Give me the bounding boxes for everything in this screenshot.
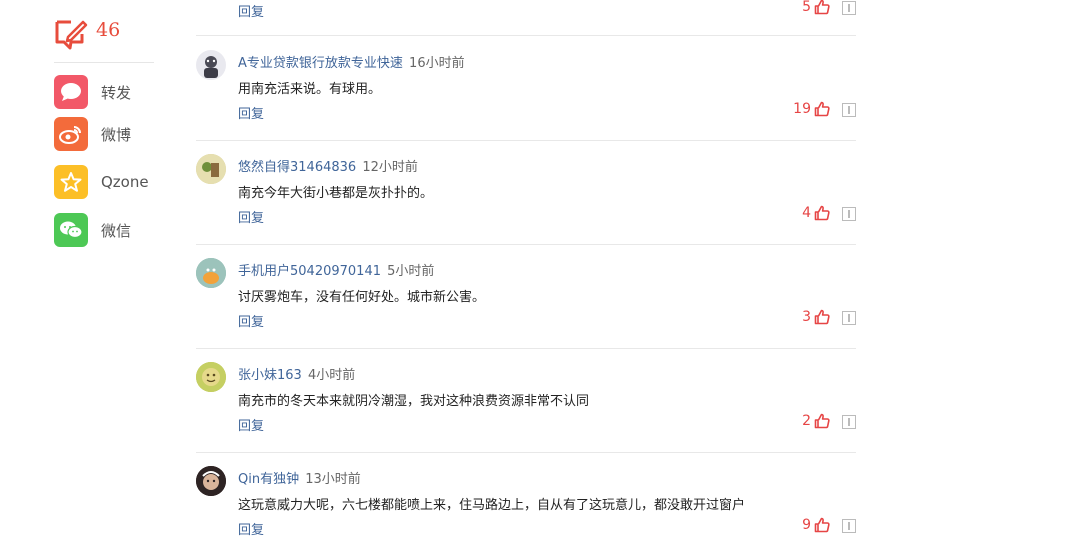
comment-item: Qin有独钟 13小时前 这玩意威力大呢，六七楼都能喷上来，住马路边上，自从有了… (196, 452, 856, 556)
comment-header: Qin有独钟 13小时前 (238, 468, 361, 487)
thumbs-up-icon (814, 205, 830, 221)
share-qzone-label: Qzone (101, 173, 149, 191)
thumbs-up-icon (814, 0, 830, 15)
comment-header: 手机用户50420970141 5小时前 (238, 260, 434, 279)
avatar[interactable] (196, 258, 226, 288)
comment-item: 张小妹163 4小时前 南充市的冬天本来就阴冷潮湿，我对这种浪费资源非常不认同 … (196, 348, 856, 453)
comment-text: 南充市的冬天本来就阴冷潮湿，我对这种浪费资源非常不认同 (238, 394, 590, 409)
avatar[interactable] (196, 466, 226, 496)
report-icon[interactable] (842, 311, 856, 325)
like-button[interactable]: 2 (802, 413, 830, 429)
comment-edit-icon (55, 20, 88, 50)
sidebar-divider (54, 62, 154, 63)
comment-username[interactable]: Qin有独钟 (238, 472, 299, 487)
comment-text: 讨厌雾炮车，没有任何好处。城市新公害。 (238, 290, 486, 305)
comment-username[interactable]: 张小妹163 (238, 368, 302, 383)
comment-time: 5小时前 (387, 264, 435, 279)
like-button[interactable]: 4 (802, 205, 830, 221)
share-weibo-label: 微博 (101, 125, 132, 144)
reply-link[interactable]: 回复 (238, 103, 264, 122)
share-wechat-label: 微信 (101, 221, 132, 240)
like-button[interactable]: 19 (793, 101, 830, 117)
comment-text: 用南充活来说。有球用。 (238, 82, 382, 97)
report-icon[interactable] (842, 1, 856, 15)
thumbs-up-icon (814, 413, 830, 429)
comment-header: A专业贷款银行放款专业快速 16小时前 (238, 52, 465, 71)
reply-link[interactable]: 回复 (238, 519, 264, 538)
wechat-icon (54, 213, 88, 247)
comment-item: 悠然自得31464836 12小时前 南充今年大街小巷都是灰扑扑的。 回复 4 (196, 140, 856, 245)
reply-link[interactable]: 回复 (238, 311, 264, 330)
comment-username[interactable]: 手机用户50420970141 (238, 264, 381, 279)
thumbs-up-icon (814, 309, 830, 325)
report-icon[interactable] (842, 207, 856, 221)
avatar[interactable] (196, 362, 226, 392)
share-weibo[interactable]: 微博 (54, 117, 131, 151)
share-repost-label: 转发 (101, 83, 132, 102)
comment-item: 手机用户50420970141 5小时前 讨厌雾炮车，没有任何好处。城市新公害。… (196, 244, 856, 349)
qzone-star-icon (54, 165, 88, 199)
comment-text: 南充今年大街小巷都是灰扑扑的。 (238, 186, 434, 201)
comment-time: 13小时前 (305, 472, 361, 487)
comment-time: 12小时前 (362, 160, 418, 175)
comment-item-partial: 回复 5 (196, 0, 856, 36)
like-button[interactable]: 9 (802, 517, 830, 533)
like-count: 4 (802, 205, 811, 221)
comment-text: 这玩意威力大呢，六七楼都能喷上来，住马路边上，自从有了这玩意儿，都没敢开过窗户 (238, 498, 746, 513)
comment-username[interactable]: A专业贷款银行放款专业快速 (238, 56, 403, 71)
like-button[interactable]: 3 (802, 309, 830, 325)
comment-username[interactable]: 悠然自得31464836 (238, 160, 356, 175)
chat-bubble-icon (54, 75, 88, 109)
thumbs-up-icon (814, 517, 830, 533)
share-repost[interactable]: 转发 (54, 75, 131, 109)
share-qzone[interactable]: Qzone (54, 165, 149, 199)
avatar[interactable] (196, 50, 226, 80)
like-button[interactable]: 5 (802, 0, 830, 15)
reply-link[interactable]: 回复 (238, 207, 264, 226)
comment-header: 悠然自得31464836 12小时前 (238, 156, 418, 175)
comment-count-number: 46 (96, 19, 121, 41)
share-wechat[interactable]: 微信 (54, 213, 131, 247)
report-icon[interactable] (842, 103, 856, 117)
reply-link[interactable]: 回复 (238, 415, 264, 434)
like-count: 19 (793, 101, 811, 117)
like-count: 3 (802, 309, 811, 325)
comment-time: 4小时前 (307, 368, 356, 383)
comment-header: 张小妹163 4小时前 (238, 364, 355, 383)
thumbs-up-icon (814, 101, 830, 117)
like-count: 2 (802, 413, 811, 429)
like-count: 9 (802, 517, 811, 533)
like-count: 5 (802, 0, 811, 15)
weibo-icon (54, 117, 88, 151)
comment-time: 16小时前 (409, 56, 465, 71)
report-icon[interactable] (842, 415, 856, 429)
comment-item: A专业贷款银行放款专业快速 16小时前 用南充活来说。有球用。 回复 19 (196, 36, 856, 141)
avatar[interactable] (196, 154, 226, 184)
reply-link[interactable]: 回复 (238, 1, 264, 20)
report-icon[interactable] (842, 519, 856, 533)
